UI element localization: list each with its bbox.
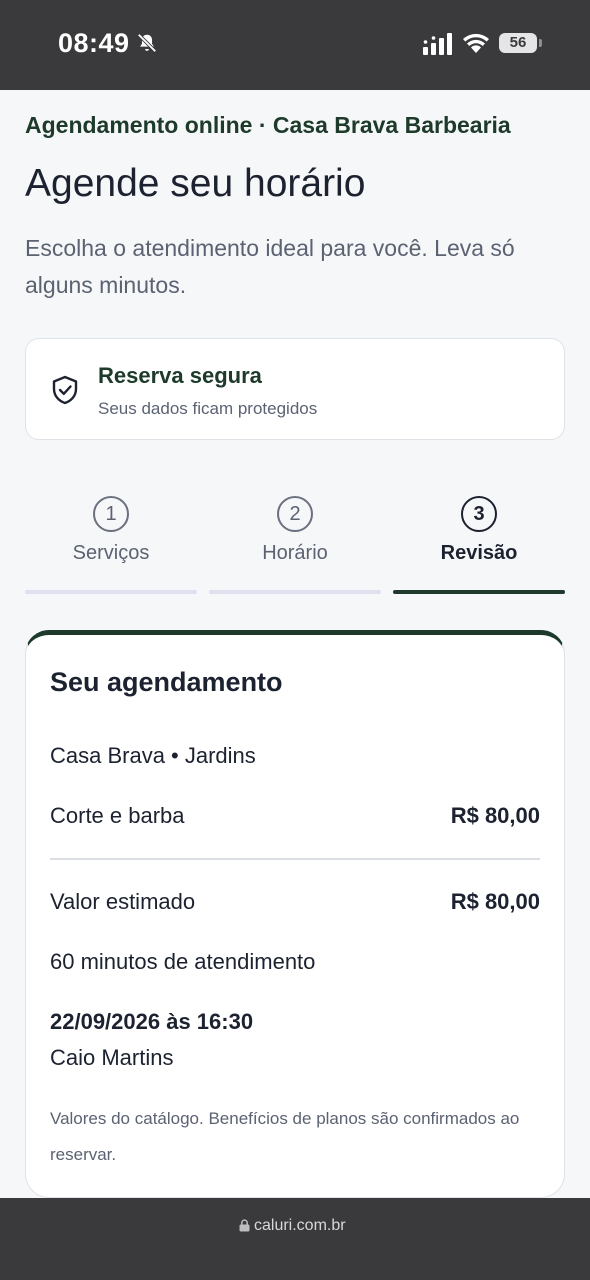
wifi-icon <box>463 33 489 53</box>
battery-indicator: 56 <box>499 33 542 53</box>
step-services[interactable]: 1 Serviços <box>25 496 197 596</box>
estimate-label: Valor estimado <box>50 889 196 914</box>
service-price: R$ 80,00 <box>450 803 540 828</box>
step-progress-bar <box>393 590 565 594</box>
booking-page: Agendamento online · Casa Brava Barbeari… <box>0 90 590 1198</box>
step-schedule[interactable]: 2 Horário <box>209 496 381 596</box>
step-number: 3 <box>461 496 497 532</box>
url-text[interactable]: caluri.com.br <box>254 1217 346 1235</box>
page-title: Agende seu horário <box>25 162 366 205</box>
step-label: Revisão <box>440 542 518 564</box>
pricing-note: Valores do catálogo. Benefícios de plano… <box>50 1109 520 1164</box>
bell-slash-icon <box>137 33 157 53</box>
step-review[interactable]: 3 Revisão <box>393 496 565 596</box>
duration-text: 60 minutos de atendimento <box>50 949 316 974</box>
signal-icon <box>423 33 452 55</box>
booking-summary-card: Seu agendamento Casa Brava • Jardins Cor… <box>25 630 565 1198</box>
step-progress-bar <box>209 590 381 594</box>
browser-url-bar[interactable]: caluri.com.br <box>0 1198 590 1280</box>
step-progress-bar <box>25 590 197 594</box>
secure-booking-card: Reserva segura Seus dados ficam protegid… <box>25 338 565 440</box>
estimate-value: R$ 80,00 <box>450 889 540 914</box>
status-time: 08:49 <box>58 28 130 58</box>
status-bar: 08:49 56 <box>0 0 590 90</box>
secure-title: Reserva segura <box>98 363 262 388</box>
appointment-datetime: 22/09/2026 às 16:30 <box>50 1009 254 1034</box>
step-number: 2 <box>277 496 313 532</box>
step-label: Serviços <box>72 542 150 564</box>
summary-divider <box>50 858 540 860</box>
step-label: Horário <box>262 542 328 564</box>
shield-check-icon <box>52 375 78 405</box>
step-number: 1 <box>93 496 129 532</box>
page-subtitle: Escolha o atendimento ideal para você. L… <box>25 235 515 298</box>
location-text: Casa Brava • Jardins <box>50 743 256 768</box>
professional-name: Caio Martins <box>50 1045 174 1070</box>
lock-icon <box>239 1219 250 1232</box>
service-name: Corte e barba <box>50 803 185 828</box>
summary-title: Seu agendamento <box>50 667 283 697</box>
secure-subtitle: Seus dados ficam protegidos <box>98 399 318 418</box>
page-eyebrow: Agendamento online · Casa Brava Barbeari… <box>25 112 511 138</box>
